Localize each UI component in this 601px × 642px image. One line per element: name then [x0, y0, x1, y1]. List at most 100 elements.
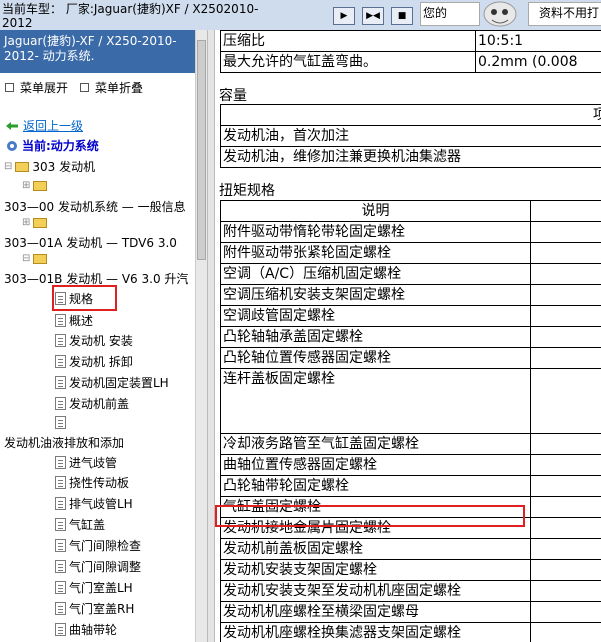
- table-row: 压缩比 10:5:1: [220, 30, 601, 52]
- table-cell: [530, 475, 601, 497]
- table-row: 冷却液务路管至气缸盖固定螺栓: [220, 433, 601, 455]
- table-cell: [530, 496, 601, 518]
- skip-icon: ▶◀: [366, 11, 380, 21]
- tree-item[interactable]: 挠性传动板: [55, 474, 129, 491]
- play-icon: ▶: [340, 11, 348, 21]
- tree-item[interactable]: 发动机 安装: [55, 332, 133, 349]
- table-cell: [530, 284, 601, 306]
- tree-line-icon: ⊟: [4, 161, 13, 172]
- tree-label: 气门室盖LH: [69, 581, 133, 595]
- tree-item[interactable]: 气缸盖: [55, 516, 105, 533]
- back-link[interactable]: 返回上一级: [5, 117, 83, 134]
- tree-item-303-01a[interactable]: 303—01A 发动机 — TDV6 3.0: [4, 234, 177, 251]
- tree-label: 气门间隙调整: [69, 560, 142, 574]
- sidebar: Jaguar(捷豹)-XF / X250-2010-2012- 动力系统. 菜单…: [0, 30, 207, 642]
- table-cell: [530, 368, 601, 434]
- tree-item[interactable]: 曲轴带轮: [55, 621, 117, 638]
- tree-item[interactable]: 发动机油液排放和添加: [4, 434, 124, 451]
- document-icon: [55, 581, 66, 594]
- table-header-row: 项: [220, 104, 601, 126]
- tree-item[interactable]: 气门室盖LH: [55, 579, 133, 596]
- sidebar-scrollbar[interactable]: [195, 30, 207, 642]
- table-cell: [530, 538, 601, 560]
- table-row: 发动机油，维修加注兼更换机油集滤器: [220, 146, 601, 168]
- pane-divider[interactable]: [207, 30, 215, 642]
- tree-line-icon: ⊞: [22, 180, 31, 191]
- nav-skip-button[interactable]: ▶◀: [362, 7, 384, 25]
- tree-item[interactable]: 气门间隙调整: [55, 558, 141, 575]
- top-bar: 当前车型： 厂家:Jaguar(捷豹)XF / X2502010-2012 ▶ …: [0, 0, 601, 30]
- folder-icon: [33, 180, 48, 191]
- table-row: 附件驱动带惰轮带轮固定螺栓: [220, 221, 601, 243]
- document-icon: [55, 539, 66, 552]
- info-box: 资料不用打: [528, 2, 601, 26]
- section-title-capacity: 容量: [219, 88, 247, 104]
- menu-expand-label: 菜单展开: [20, 81, 69, 95]
- document-icon: [55, 397, 66, 410]
- table-row: 曲轴位置传感器固定螺栓: [220, 454, 601, 476]
- table-cell: 10:5:1: [475, 30, 601, 52]
- tree-item[interactable]: 排气歧管LH: [55, 495, 133, 512]
- table-row: 发动机安装支架至发动机机座固定螺栓: [220, 580, 601, 602]
- scrollbar-thumb[interactable]: [197, 40, 206, 260]
- table-row: 发动机安装支架固定螺栓: [220, 559, 601, 581]
- tree-item-folder[interactable]: ⊞: [22, 180, 50, 191]
- table-cell: 凸轮轴位置传感器固定螺栓: [220, 347, 531, 369]
- document-icon: [55, 623, 66, 636]
- document-icon: [55, 456, 66, 469]
- nav-next-button[interactable]: ▶: [333, 7, 355, 25]
- tree-label: 发动机固定装置LH: [69, 376, 169, 390]
- table-row: 空调歧管固定螺栓: [220, 305, 601, 327]
- document-icon: [55, 416, 66, 429]
- tree-item[interactable]: 进气歧管: [55, 454, 117, 471]
- tree-item-303-00[interactable]: 303—00 发动机系统 — 一般信息: [4, 198, 186, 215]
- table-row: 发动机机座螺栓换集滤器支架固定螺栓: [220, 622, 601, 642]
- table-row: 空调（A/C）压缩机固定螺栓: [220, 263, 601, 285]
- menu-expand-button[interactable]: 菜单展开: [5, 79, 68, 96]
- tree-item[interactable]: 发动机 拆卸: [55, 353, 133, 370]
- table-header-cell: [530, 200, 601, 222]
- tree-item[interactable]: [55, 416, 69, 429]
- table-cell: 发动机安装支架至发动机机座固定螺栓: [220, 580, 531, 602]
- tree-label: 发动机前盖: [69, 397, 130, 411]
- table-cell: 凸轮轴带轮固定螺栓: [220, 475, 531, 497]
- nav-last-button[interactable]: ■: [391, 7, 413, 25]
- table-cell: 0.2mm (0.008: [475, 51, 601, 73]
- tree-label: 303—00 发动机系统 — 一般信息: [4, 200, 186, 214]
- tree-item-folder[interactable]: ⊞: [22, 217, 50, 228]
- spec-content: 压缩比 10:5:1 最大允许的气缸盖弯曲。 0.2mm (0.008 容量 项…: [215, 30, 601, 642]
- tree-label: 发动机油液排放和添加: [4, 436, 125, 450]
- capacity-table: 项 发动机油，首次加注 发动机油，维修加注兼更换机油集滤器: [220, 104, 601, 168]
- table-header-cell: 说明: [220, 200, 531, 222]
- table-cell: 发动机前盖板固定螺栓: [220, 538, 531, 560]
- table-row: 凸轮轴带轮固定螺栓: [220, 475, 601, 497]
- tree-item[interactable]: 气门间隙检查: [55, 537, 141, 554]
- tree-item[interactable]: 气门室盖RH: [55, 600, 134, 617]
- document-icon: [55, 376, 66, 389]
- folder-icon: [15, 161, 30, 172]
- location-icon: [7, 140, 17, 151]
- table-cell: 发动机油，维修加注兼更换机油集滤器: [220, 146, 601, 168]
- folder-open-icon: [33, 253, 48, 264]
- tree-item-303[interactable]: ⊟ 303 发动机: [4, 158, 95, 175]
- current-location: 当前:动力系统: [5, 137, 99, 154]
- table-header-row: 说明: [220, 200, 601, 222]
- tree-item[interactable]: 发动机前盖: [55, 395, 129, 412]
- table-row: 发动机机座螺栓至横梁固定螺母: [220, 601, 601, 623]
- highlight-box-specs: [52, 285, 117, 311]
- document-icon: [55, 518, 66, 531]
- menu-collapse-label: 菜单折叠: [95, 81, 144, 95]
- table-cell: 曲轴位置传感器固定螺栓: [220, 454, 531, 476]
- tree-label: 303 发动机: [32, 160, 96, 174]
- table-header-cell: 项: [220, 104, 601, 126]
- collapse-icon: [80, 83, 89, 92]
- tree-item[interactable]: 概述: [55, 312, 93, 329]
- tree-item-folder-open[interactable]: ⊟: [22, 253, 50, 264]
- document-icon: [55, 314, 66, 327]
- menu-collapse-button[interactable]: 菜单折叠: [80, 79, 143, 96]
- current-location-label: 当前:动力系统: [22, 139, 99, 153]
- tree-item[interactable]: 发动机固定装置LH: [55, 374, 169, 391]
- sidebar-title: Jaguar(捷豹)-XF / X250-2010-2012- 动力系统.: [0, 30, 195, 73]
- table-cell: [530, 263, 601, 285]
- table-cell: [530, 622, 601, 642]
